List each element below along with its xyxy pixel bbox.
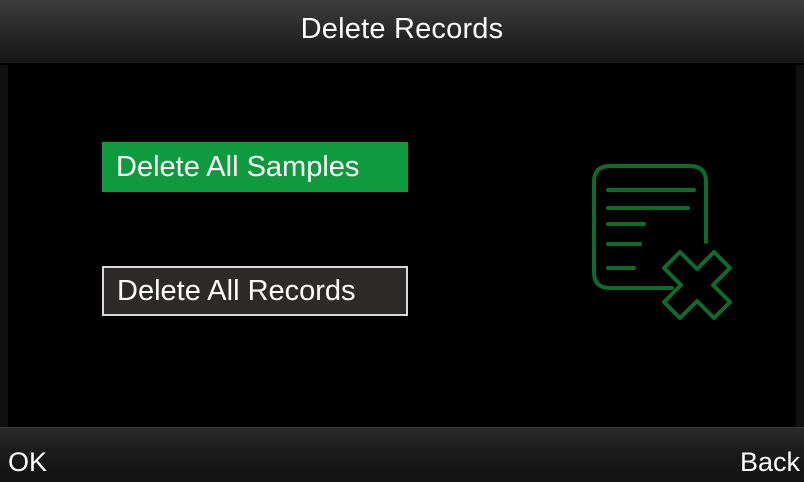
ok-softkey[interactable]: OK (8, 447, 47, 478)
delete-all-samples-option[interactable]: Delete All Samples (102, 142, 408, 192)
title-bar: Delete Records (0, 0, 804, 65)
delete-all-records-label: Delete All Records (117, 274, 356, 307)
delete-all-records-option[interactable]: Delete All Records (102, 266, 408, 316)
softkey-bar: OK Back (0, 427, 804, 482)
page-title: Delete Records (300, 13, 504, 45)
back-softkey[interactable]: Back (740, 447, 800, 478)
left-edge (0, 65, 8, 427)
delete-document-icon (592, 164, 732, 320)
right-edge (796, 65, 804, 427)
device-screen: Delete Records Delete All Samples Delete… (0, 0, 804, 482)
delete-all-samples-label: Delete All Samples (116, 150, 360, 183)
